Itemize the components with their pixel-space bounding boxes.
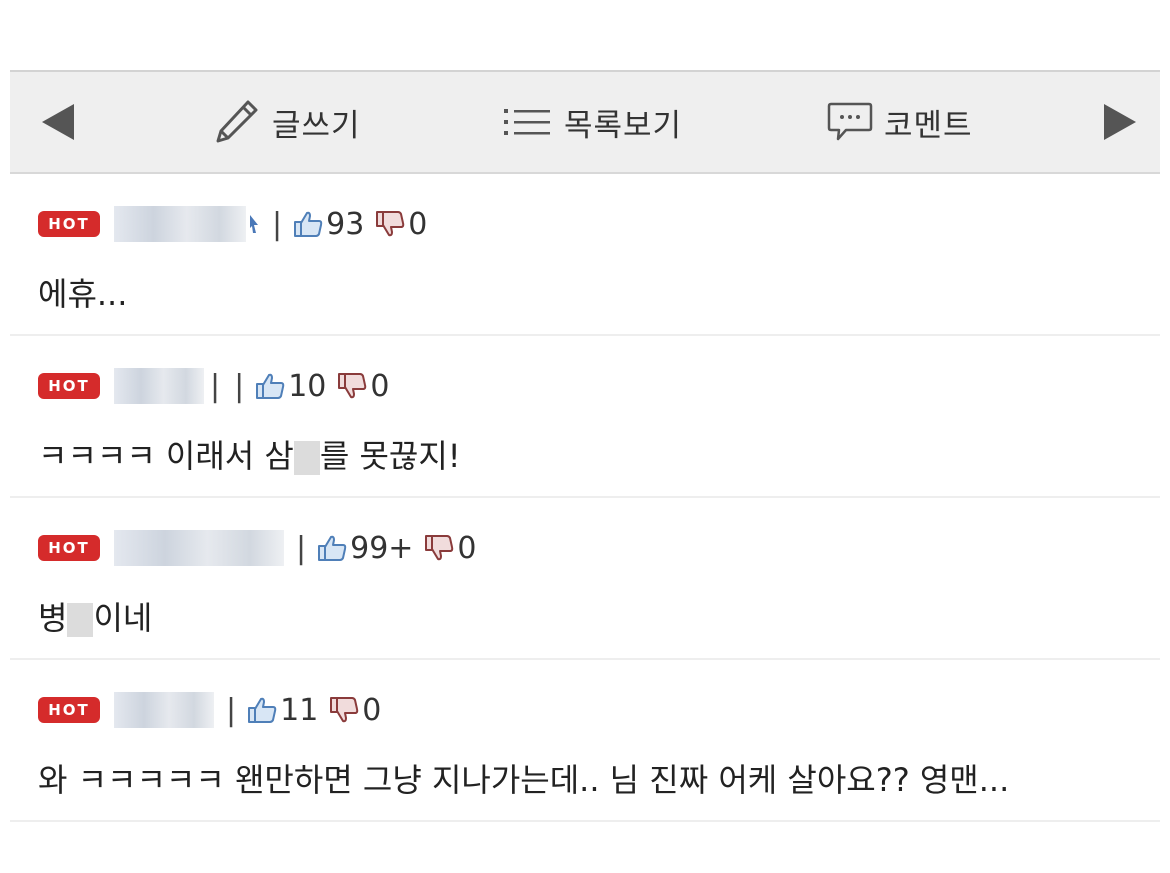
thumbs-down-icon [376, 211, 405, 237]
thumbs-up-icon [248, 697, 277, 723]
comment-item: HOT | | 10 0 ㅋㅋㅋㅋ 이래서 삼 를 못끊지! [10, 336, 1160, 498]
separator: | [296, 530, 307, 566]
like-button[interactable] [246, 695, 278, 725]
previous-button[interactable] [40, 72, 76, 172]
thumbs-up-icon [318, 535, 347, 561]
comment-item: HOT | 99+ 0 병 이네 [10, 498, 1160, 660]
comment-label: 코멘트 [884, 107, 973, 144]
thumbs-up-icon [256, 373, 285, 399]
list-view-label: 목록보기 [564, 107, 683, 144]
dislike-count: 0 [408, 206, 428, 242]
comment-button[interactable]: 코멘트 [826, 72, 973, 172]
like-count: 10 [288, 368, 327, 404]
like-count: 99+ [350, 530, 414, 566]
comment-text-part: 와 ㅋㅋㅋㅋㅋ 왠만하면 그냥 지나가는데.. 님 진짜 어케 살아요?? 영맨… [38, 761, 1010, 799]
comment-text: 병 이네 [38, 593, 152, 639]
comment-text: 와 ㅋㅋㅋㅋㅋ 왠만하면 그냥 지나가는데.. 님 진짜 어케 살아요?? 영맨… [38, 755, 1009, 801]
like-button[interactable] [292, 209, 324, 239]
like-count: 93 [326, 206, 365, 242]
comment-meta: HOT | 99+ 0 [38, 528, 487, 568]
author-name-blurred[interactable] [114, 368, 204, 404]
dislike-count: 0 [457, 530, 477, 566]
post-toolbar: 글쓰기 목록보기 코멘트 [10, 70, 1160, 174]
hot-badge: HOT [38, 211, 100, 237]
comment-text-part: 에휴... [38, 275, 128, 313]
comment-text: 에휴... [38, 269, 127, 315]
separator: | [226, 692, 237, 728]
comment-list: HOT | 93 0 에휴... HOT | | 10 0 ㅋㅋㅋㅋ 이래서 삼… [10, 174, 1160, 822]
thumbs-up-icon [294, 211, 323, 237]
author-name-blurred[interactable] [114, 530, 284, 566]
comment-text-part: 이네 [93, 599, 153, 637]
thumbs-down-icon [425, 535, 454, 561]
separator: | [234, 368, 245, 404]
triangle-right-icon [1104, 104, 1136, 140]
pencil-icon [216, 100, 258, 143]
dislike-button[interactable] [336, 371, 368, 401]
comment-text-part: 병 [38, 599, 68, 637]
dislike-count: 0 [370, 368, 390, 404]
dislike-button[interactable] [328, 695, 360, 725]
next-button[interactable] [1102, 72, 1138, 172]
triangle-left-icon [42, 104, 74, 140]
list-view-button[interactable]: 목록보기 [502, 72, 682, 172]
comment-meta: HOT | 11 0 [38, 690, 391, 730]
author-name-blurred[interactable] [114, 692, 214, 728]
comment-text: ㅋㅋㅋㅋ 이래서 삼 를 못끊지! [38, 431, 461, 477]
author-name-blurred[interactable] [114, 206, 246, 242]
write-button[interactable]: 글쓰기 [210, 72, 361, 172]
redacted-text [293, 441, 320, 475]
separator: | [272, 206, 283, 242]
thumbs-down-icon [330, 697, 359, 723]
separator: | [210, 368, 221, 404]
comment-text-part: 를 못끊지! [319, 437, 461, 475]
comment-item: HOT | 11 0 와 ㅋㅋㅋㅋㅋ 왠만하면 그냥 지나가는데.. 님 진짜 … [10, 660, 1160, 822]
hot-badge: HOT [38, 535, 100, 561]
cursor-icon [250, 215, 258, 233]
like-button[interactable] [316, 533, 348, 563]
comment-meta: HOT | 93 0 [38, 204, 437, 244]
dislike-button[interactable] [374, 209, 406, 239]
like-count: 11 [280, 692, 319, 728]
comment-text-part: ㅋㅋㅋㅋ 이래서 삼 [38, 437, 294, 475]
redacted-text [67, 603, 94, 637]
dislike-count: 0 [362, 692, 382, 728]
thumbs-down-icon [338, 373, 367, 399]
comment-meta: HOT | | 10 0 [38, 366, 400, 406]
list-icon [504, 109, 550, 135]
hot-badge: HOT [38, 697, 100, 723]
dislike-button[interactable] [423, 533, 455, 563]
write-label: 글쓰기 [272, 107, 361, 144]
like-button[interactable] [254, 371, 286, 401]
hot-badge: HOT [38, 373, 100, 399]
comment-item: HOT | 93 0 에휴... [10, 174, 1160, 336]
speech-bubble-icon [827, 102, 873, 141]
